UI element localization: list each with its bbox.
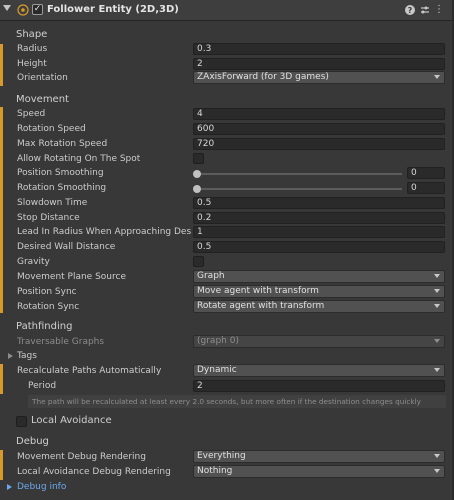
local-avoidance-label: Local Avoidance [31, 415, 112, 426]
chevron-down-icon [434, 289, 440, 293]
enabled-checkbox[interactable]: ✓ [32, 4, 43, 15]
traversable-graphs-value: (graph 0) [197, 336, 239, 346]
position-sync-value: Move agent with transform [197, 286, 319, 296]
settings-icon[interactable] [419, 4, 431, 16]
accent-bar [0, 450, 3, 480]
chevron-down-icon [434, 339, 440, 343]
movement-debug-value: Everything [197, 451, 246, 461]
rotation-speed-label: Rotation Speed [17, 124, 86, 134]
period-field[interactable]: 2 [193, 380, 445, 392]
svg-text:?: ? [408, 6, 413, 15]
fold-arrow-icon[interactable] [3, 5, 11, 11]
rotation-sync-label: Rotation Sync [17, 302, 80, 312]
rotation-sync-dropdown[interactable]: Rotate agent with transform [193, 300, 445, 313]
traversable-graphs-dropdown: (graph 0) [193, 335, 445, 348]
plane-source-value: Graph [197, 271, 225, 281]
rotation-speed-field[interactable]: 600 [193, 123, 445, 135]
height-label: Height [17, 59, 47, 69]
orientation-value: ZAxisForward (for 3D games) [197, 72, 329, 82]
chevron-down-icon [434, 274, 440, 278]
desired-wall-distance-label: Desired Wall Distance [17, 242, 116, 252]
chevron-down-icon [434, 75, 440, 79]
recalculate-help-box: The path will be recalculated at least e… [28, 395, 446, 408]
recalculate-dropdown[interactable]: Dynamic [193, 364, 445, 377]
speed-label: Speed [17, 109, 46, 119]
recalculate-value: Dynamic [197, 365, 237, 375]
speed-field[interactable]: 4 [193, 108, 445, 120]
lead-in-field[interactable]: 1 [193, 226, 445, 238]
position-smoothing-track[interactable] [197, 173, 402, 175]
period-label: Period [28, 381, 57, 391]
section-debug: Debug [16, 436, 49, 447]
section-pathfinding: Pathfinding [16, 321, 73, 332]
chevron-down-icon [434, 469, 440, 473]
max-rotation-speed-field[interactable]: 720 [193, 138, 445, 150]
section-movement: Movement [16, 94, 69, 105]
tags-foldout[interactable]: Tags [17, 351, 191, 361]
plane-source-label: Movement Plane Source [17, 272, 126, 282]
section-shape: Shape [16, 29, 48, 40]
avoidance-debug-dropdown[interactable]: Nothing [193, 465, 445, 478]
avoidance-debug-value: Nothing [197, 466, 233, 476]
movement-debug-dropdown[interactable]: Everything [193, 450, 445, 463]
position-sync-label: Position Sync [17, 287, 77, 297]
help-icon[interactable]: ? [404, 4, 416, 16]
gravity-label: Gravity [17, 257, 50, 267]
position-smoothing-handle[interactable] [193, 170, 201, 178]
plane-source-dropdown[interactable]: Graph [193, 270, 445, 283]
menu-icon[interactable]: ⋮ [433, 4, 445, 16]
debug-info-foldout[interactable]: Debug info [17, 482, 66, 492]
stop-distance-label: Stop Distance [17, 213, 80, 223]
chevron-down-icon [434, 304, 440, 308]
slowdown-time-field[interactable]: 0.5 [193, 197, 445, 209]
lead-in-label: Lead In Radius When Approaching Destinat… [17, 227, 191, 237]
position-smoothing-label: Position Smoothing [17, 168, 104, 178]
orientation-label: Orientation [17, 73, 68, 83]
rotation-smoothing-track[interactable] [197, 188, 402, 190]
component-icon [17, 4, 29, 16]
movement-debug-label: Movement Debug Rendering [17, 452, 146, 462]
rotation-sync-value: Rotate agent with transform [197, 301, 325, 311]
component-header[interactable]: ✓ Follower Entity (2D,3D) ? ⋮ [0, 0, 454, 21]
accent-bar [0, 44, 3, 86]
recalculate-label: Recalculate Paths Automatically [17, 366, 162, 376]
accent-bar [0, 107, 3, 313]
chevron-down-icon [434, 454, 440, 458]
radius-field[interactable]: 0.3 [193, 43, 445, 55]
position-sync-dropdown[interactable]: Move agent with transform [193, 285, 445, 298]
chevron-down-icon [434, 368, 440, 372]
max-rotation-speed-label: Max Rotation Speed [17, 139, 108, 149]
traversable-graphs-label: Traversable Graphs [17, 337, 105, 347]
expand-arrow-icon[interactable] [7, 484, 12, 490]
rotation-smoothing-handle[interactable] [193, 185, 201, 193]
local-avoidance-checkbox[interactable] [16, 416, 27, 427]
slowdown-time-label: Slowdown Time [17, 198, 88, 208]
avoidance-debug-label: Local Avoidance Debug Rendering [17, 467, 171, 477]
orientation-dropdown[interactable]: ZAxisForward (for 3D games) [193, 71, 445, 84]
component-title: Follower Entity (2D,3D) [47, 4, 179, 15]
rotation-smoothing-field[interactable]: 0 [407, 182, 445, 194]
desired-wall-distance-field[interactable]: 0.5 [193, 241, 445, 253]
rotation-smoothing-label: Rotation Smoothing [17, 183, 107, 193]
height-field[interactable]: 2 [193, 58, 445, 70]
gravity-checkbox[interactable] [193, 256, 204, 267]
stop-distance-field[interactable]: 0.2 [193, 212, 445, 224]
allow-rotating-label: Allow Rotating On The Spot [17, 154, 141, 164]
accent-bar [0, 364, 3, 394]
position-smoothing-field[interactable]: 0 [407, 167, 445, 179]
expand-arrow-icon[interactable] [8, 353, 13, 359]
allow-rotating-checkbox[interactable] [193, 153, 204, 164]
radius-label: Radius [17, 44, 48, 54]
